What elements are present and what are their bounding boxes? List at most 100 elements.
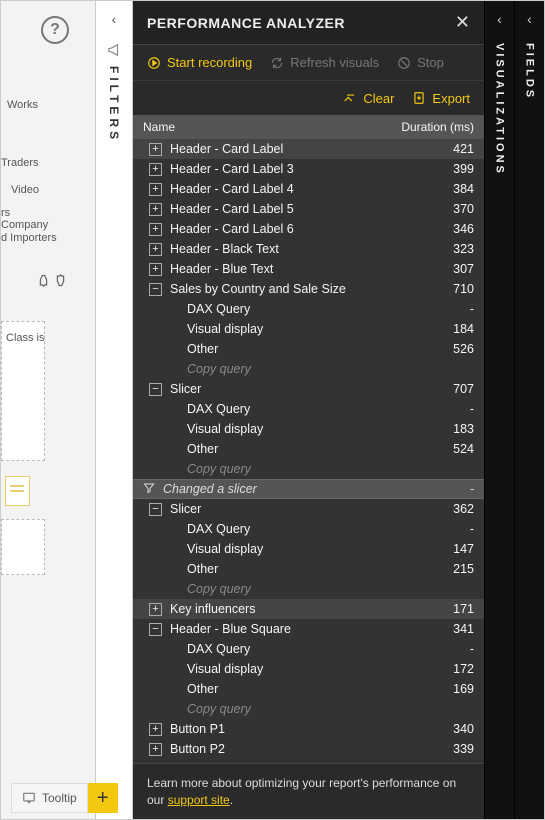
column-header-name[interactable]: Name bbox=[143, 120, 379, 134]
canvas-fragment: Company bbox=[1, 219, 48, 231]
perf-row[interactable]: +Header - Card Label 4384 bbox=[133, 179, 484, 199]
perf-row-duration: 172 bbox=[424, 662, 474, 676]
perf-row-label: DAX Query bbox=[187, 522, 424, 536]
expand-icon[interactable]: + bbox=[149, 743, 162, 756]
perf-row-label: Header - Card Label bbox=[170, 142, 424, 156]
perf-row-label: Header - Black Text bbox=[170, 242, 424, 256]
collapse-icon[interactable]: − bbox=[149, 283, 162, 296]
perf-row-duration: 215 bbox=[424, 562, 474, 576]
page-tab-tooltip[interactable]: Tooltip bbox=[11, 783, 88, 813]
perf-row[interactable]: Copy query bbox=[133, 699, 484, 719]
perf-row[interactable]: Other169 bbox=[133, 679, 484, 699]
perf-row[interactable]: +Button P1340 bbox=[133, 719, 484, 739]
perf-row-duration: 340 bbox=[424, 722, 474, 736]
filters-pane-label[interactable]: FILTERS bbox=[107, 66, 121, 143]
perf-row[interactable]: −Header - Blue Square341 bbox=[133, 619, 484, 639]
perf-row[interactable]: DAX Query- bbox=[133, 299, 484, 319]
perf-row[interactable]: Other526 bbox=[133, 339, 484, 359]
visualizations-pane-label[interactable]: VISUALIZATIONS bbox=[494, 43, 506, 176]
export-button[interactable]: Export bbox=[412, 91, 470, 106]
perf-row-label: Slicer bbox=[170, 502, 424, 516]
column-header-duration[interactable]: Duration (ms) bbox=[379, 120, 474, 134]
perf-row-label: DAX Query bbox=[187, 402, 424, 416]
perf-row-duration: 169 bbox=[424, 682, 474, 696]
clear-button[interactable]: Clear bbox=[343, 91, 394, 106]
expand-icon[interactable]: + bbox=[149, 203, 162, 216]
perf-row-label: Header - Card Label 3 bbox=[170, 162, 424, 176]
expand-icon[interactable]: + bbox=[149, 163, 162, 176]
perf-row[interactable]: Copy query bbox=[133, 359, 484, 379]
copy-query-link[interactable]: Copy query bbox=[187, 702, 474, 716]
perf-row[interactable]: +Header - Card Label 6346 bbox=[133, 219, 484, 239]
collapse-icon[interactable]: − bbox=[149, 383, 162, 396]
perf-row-label: Header - Card Label 5 bbox=[170, 202, 424, 216]
perf-row[interactable]: Changed a slicer- bbox=[133, 479, 484, 499]
perf-row-duration: - bbox=[424, 482, 474, 496]
canvas-fragment: rs bbox=[1, 207, 10, 219]
perf-row-label: Visual display bbox=[187, 542, 424, 556]
perf-tree[interactable]: +Header - Card Label421+Header - Card La… bbox=[133, 139, 484, 763]
canvas-fragment: Class is bbox=[6, 332, 45, 344]
perf-row-label: Visual display bbox=[187, 422, 424, 436]
expand-icon[interactable]: + bbox=[149, 263, 162, 276]
perf-row[interactable]: −Slicer362 bbox=[133, 499, 484, 519]
perf-row[interactable]: −Sales by Country and Sale Size710 bbox=[133, 279, 484, 299]
filters-expand-chevron-icon[interactable]: ‹ bbox=[112, 11, 117, 27]
copy-query-link[interactable]: Copy query bbox=[187, 462, 474, 476]
collapse-icon[interactable]: − bbox=[149, 503, 162, 516]
perf-row-label: Header - Blue Text bbox=[170, 262, 424, 276]
perf-row[interactable]: +Header - Blue Text307 bbox=[133, 259, 484, 279]
perf-row-duration: - bbox=[424, 402, 474, 416]
perf-row-label: Other bbox=[187, 342, 424, 356]
collapse-icon[interactable]: − bbox=[149, 623, 162, 636]
fields-expand-chevron-icon[interactable]: ‹ bbox=[527, 11, 532, 27]
perf-row[interactable]: DAX Query- bbox=[133, 399, 484, 419]
add-page-button[interactable]: + bbox=[88, 783, 118, 813]
perf-row[interactable]: +Key influencers171 bbox=[133, 599, 484, 619]
expand-icon[interactable]: + bbox=[149, 723, 162, 736]
fields-pane-label[interactable]: FIELDS bbox=[524, 43, 536, 100]
help-icon[interactable]: ? bbox=[41, 16, 69, 44]
perf-row[interactable]: Visual display172 bbox=[133, 659, 484, 679]
canvas-visual[interactable] bbox=[5, 476, 30, 506]
perf-row[interactable]: −Slicer707 bbox=[133, 379, 484, 399]
expand-icon[interactable]: + bbox=[149, 243, 162, 256]
expand-icon[interactable]: + bbox=[149, 223, 162, 236]
refresh-visuals-button: Refresh visuals bbox=[270, 55, 379, 70]
perf-row[interactable]: DAX Query- bbox=[133, 519, 484, 539]
start-recording-button[interactable]: Start recording bbox=[147, 55, 252, 70]
expand-icon[interactable]: + bbox=[149, 183, 162, 196]
support-site-link[interactable]: support site bbox=[168, 793, 230, 807]
perf-row[interactable]: Visual display147 bbox=[133, 539, 484, 559]
perf-row-label: Visual display bbox=[187, 322, 424, 336]
visualizations-expand-chevron-icon[interactable]: ‹ bbox=[497, 11, 502, 27]
expand-icon[interactable]: + bbox=[149, 603, 162, 616]
perf-row-label: Slicer bbox=[170, 382, 424, 396]
perf-row[interactable]: DAX Query- bbox=[133, 639, 484, 659]
perf-row[interactable]: +Header - Card Label 3399 bbox=[133, 159, 484, 179]
close-icon[interactable]: ✕ bbox=[455, 12, 470, 33]
perf-row[interactable]: Other524 bbox=[133, 439, 484, 459]
perf-row-duration: 524 bbox=[424, 442, 474, 456]
feedback-icons[interactable] bbox=[36, 273, 68, 288]
perf-row[interactable]: Copy query bbox=[133, 579, 484, 599]
export-label: Export bbox=[432, 91, 470, 106]
perf-row[interactable]: Other215 bbox=[133, 559, 484, 579]
perf-row-duration: 339 bbox=[424, 742, 474, 756]
perf-row-duration: 341 bbox=[424, 622, 474, 636]
perf-row[interactable]: Visual display183 bbox=[133, 419, 484, 439]
perf-row[interactable]: +Header - Card Label 5370 bbox=[133, 199, 484, 219]
perf-row[interactable]: Visual display184 bbox=[133, 319, 484, 339]
copy-query-link[interactable]: Copy query bbox=[187, 362, 474, 376]
perf-row[interactable]: +Header - Black Text323 bbox=[133, 239, 484, 259]
perf-row[interactable]: + Button P2339 bbox=[133, 739, 484, 759]
perf-row-label: DAX Query bbox=[187, 302, 424, 316]
footer-message: Learn more about optimizing your report'… bbox=[133, 763, 484, 819]
perf-row-label: Other bbox=[187, 442, 424, 456]
perf-row-label: Button P2 bbox=[170, 742, 424, 756]
perf-row[interactable]: Copy query bbox=[133, 459, 484, 479]
copy-query-link[interactable]: Copy query bbox=[187, 582, 474, 596]
perf-row[interactable]: +Header - Card Label421 bbox=[133, 139, 484, 159]
expand-icon[interactable]: + bbox=[149, 143, 162, 156]
perf-row-label: Visual display bbox=[187, 662, 424, 676]
